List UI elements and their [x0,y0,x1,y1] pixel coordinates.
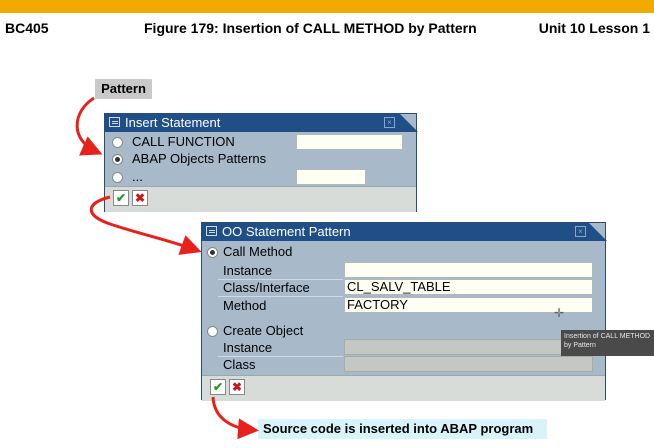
arrow-oo-to-note [211,396,259,440]
arrow-pattern-to-insert [75,96,103,156]
flow-arrows [75,96,259,440]
arrow-insert-to-oo [89,195,202,255]
